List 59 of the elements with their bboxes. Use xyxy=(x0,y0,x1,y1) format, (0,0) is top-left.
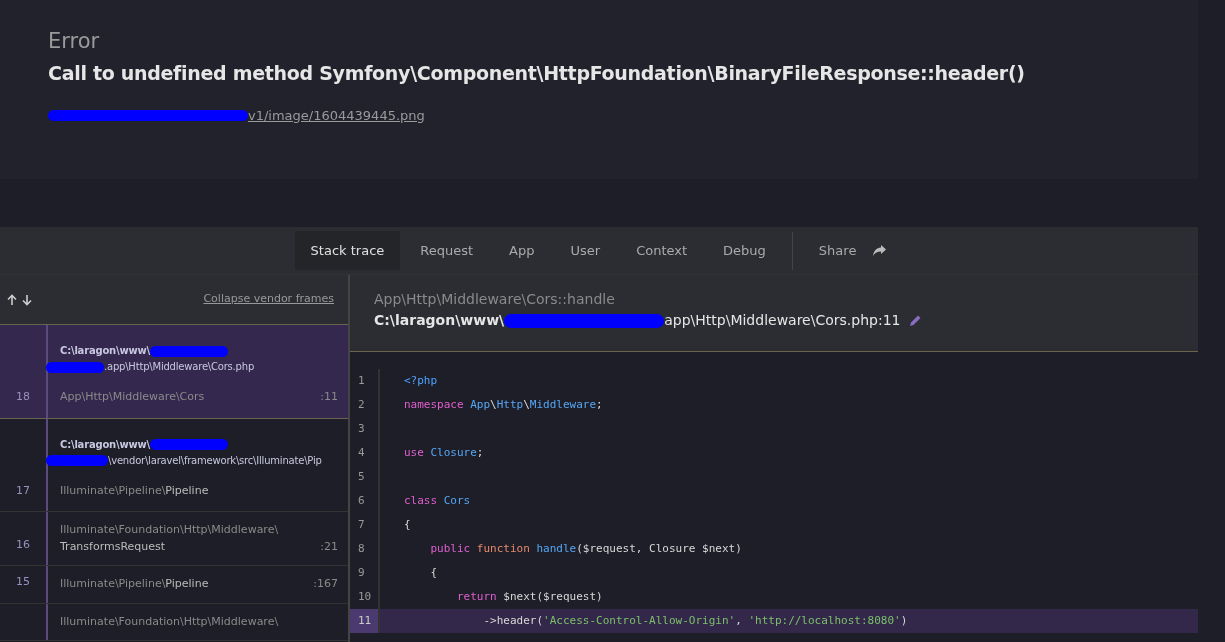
frame-number: 16 xyxy=(16,536,30,553)
frame-class: App\Http\Middleware\Cors xyxy=(60,389,205,405)
code-line: class Cors xyxy=(403,492,471,509)
line-number: 10 xyxy=(358,588,372,605)
frame-class: Illuminate\Foundation\Http\Middleware\ xyxy=(60,613,279,630)
collapse-vendor-frames-link[interactable]: Collapse vendor frames xyxy=(203,291,334,308)
redaction-mark xyxy=(46,361,104,373)
line-number: 6 xyxy=(358,492,365,509)
tab[interactable]: Request xyxy=(404,230,490,271)
code-line: namespace App\Http\Middleware; xyxy=(403,396,603,413)
code-line: use Closure; xyxy=(403,444,484,461)
tab[interactable]: User xyxy=(554,230,617,271)
frame-number: 17 xyxy=(16,482,30,499)
line-number: 3 xyxy=(358,420,365,437)
error-label: Error xyxy=(48,30,101,54)
tab[interactable]: Context xyxy=(620,230,704,271)
share-icon xyxy=(872,244,888,257)
code-line: ->header('Access-Control-Allow-Origin', 'http://localhost:8080') xyxy=(482,612,908,629)
stack-frame[interactable]: 15 Illuminate\Pipeline\Pipeline :167 xyxy=(0,566,348,604)
stack-frame[interactable]: 18 C:\laragon\www\ .app\Http\Middleware\Cors.php App\Http\Middleware\Cors :11 xyxy=(0,325,348,419)
share-button[interactable]: Share xyxy=(802,230,904,271)
frame-number: 18 xyxy=(16,389,30,405)
stack-frame[interactable]: 17 C:\laragon\www\ \vendor\laravel\framework\src\Illuminate\Pip Illuminate\Pipeline\Pipeline xyxy=(0,418,348,512)
line-number: :11 xyxy=(320,389,338,405)
frame-number: 15 xyxy=(16,574,30,590)
stack-frame[interactable]: Illuminate\Foundation\Http\Middleware\ xyxy=(0,603,348,641)
tab[interactable]: Stack trace xyxy=(294,230,401,271)
file-path: C:\laragon\www\ xyxy=(60,438,150,450)
file-path: .app\Http\Middleware\Cors.php xyxy=(104,361,255,372)
frame-class: Illuminate\Foundation\Http\Middleware\ TransformsRequest xyxy=(60,522,279,555)
pencil-icon[interactable] xyxy=(908,313,923,328)
line-number: 8 xyxy=(358,540,365,557)
line-number: 11 xyxy=(358,612,372,629)
line-number: 4 xyxy=(358,444,365,461)
url-link[interactable]: v1/image/1604439445.png xyxy=(248,105,425,126)
file-path: \vendor\laravel\framework\src\Illuminate\Pip xyxy=(108,454,322,466)
line-number: :167 xyxy=(313,576,338,592)
line-number: 9 xyxy=(358,564,365,581)
line-number: 5 xyxy=(358,468,365,485)
code-line: <?php xyxy=(403,372,438,389)
method-name: App\Http\Middleware\Cors::handle xyxy=(374,290,616,309)
tab[interactable]: Debug xyxy=(707,230,782,271)
file-path: C:\laragon\www\ xyxy=(60,345,150,356)
line-number: 2 xyxy=(358,396,365,413)
code-line: { xyxy=(429,564,438,581)
error-message: Call to undefined method Symfony\Component\HttpFoundation\BinaryFileResponse::header() xyxy=(48,61,1026,87)
frame-class: Illuminate\Pipeline\Pipeline xyxy=(60,576,209,592)
code-line: return $next($request) xyxy=(455,588,603,605)
frame-class: Illuminate\Pipeline\Pipeline xyxy=(60,482,209,499)
code-line: { xyxy=(403,516,411,533)
line-number: 1 xyxy=(358,372,365,389)
line-number: 7 xyxy=(358,516,365,533)
line-number: :21 xyxy=(320,538,338,555)
file-path: C:\laragon\www\ xyxy=(374,311,505,330)
code-line: public function handle($request, Closure $next) xyxy=(429,540,742,557)
redaction-mark xyxy=(46,455,108,466)
tab[interactable]: App xyxy=(493,230,551,271)
stack-frame[interactable]: 16 Illuminate\Foundation\Http\Middleware\ TransformsRequest :21 xyxy=(0,512,348,566)
file-path: app\Http\Middleware\Cors.php:11 xyxy=(664,311,901,330)
